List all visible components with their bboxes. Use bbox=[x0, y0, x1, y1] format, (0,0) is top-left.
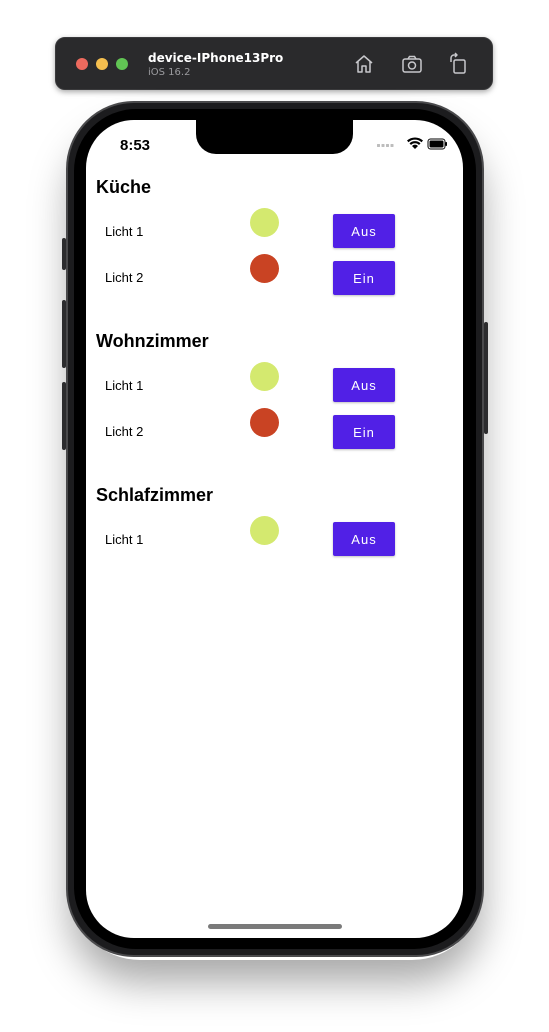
room-title-kueche: Küche bbox=[96, 177, 152, 197]
light-label: Licht 1 bbox=[105, 532, 144, 547]
room-title-wohnzimmer: Wohnzimmer bbox=[96, 331, 209, 351]
wifi-icon bbox=[407, 137, 423, 149]
light-status-indicator bbox=[250, 208, 279, 237]
light-label: Licht 2 bbox=[105, 424, 144, 439]
light-label: Licht 1 bbox=[105, 378, 144, 393]
zoom-window-button[interactable] bbox=[116, 58, 128, 70]
phone-screen: 8:53 Küche Licht 1 Aus Licht 2 Ein Wohnz… bbox=[86, 120, 463, 938]
rotate-icon[interactable] bbox=[446, 52, 470, 76]
light-status-indicator bbox=[250, 408, 279, 437]
toggle-light-button[interactable]: Aus bbox=[333, 368, 395, 402]
toggle-light-button[interactable]: Aus bbox=[333, 522, 395, 556]
signal-icon bbox=[377, 144, 394, 147]
light-label: Licht 2 bbox=[105, 270, 144, 285]
toggle-light-button[interactable]: Ein bbox=[333, 415, 395, 449]
room-title-schlafzimmer: Schlafzimmer bbox=[96, 485, 214, 505]
screenshot-icon[interactable] bbox=[400, 52, 424, 76]
minimize-window-button[interactable] bbox=[96, 58, 108, 70]
status-time: 8:53 bbox=[120, 137, 151, 154]
battery-icon bbox=[427, 138, 447, 150]
notch bbox=[196, 120, 353, 154]
light-status-indicator bbox=[250, 362, 279, 391]
light-status-indicator bbox=[250, 516, 279, 545]
device-name: device-IPhone13Pro bbox=[148, 51, 284, 65]
toggle-light-button[interactable]: Aus bbox=[333, 214, 395, 248]
light-status-indicator bbox=[250, 254, 279, 283]
light-label: Licht 1 bbox=[105, 224, 144, 239]
power-button bbox=[484, 322, 488, 434]
home-indicator[interactable] bbox=[208, 924, 342, 929]
home-icon[interactable] bbox=[352, 52, 376, 76]
os-version: iOS 16.2 bbox=[148, 67, 191, 78]
toggle-light-button[interactable]: Ein bbox=[333, 261, 395, 295]
simulator-title-bar: device-IPhone13Pro iOS 16.2 bbox=[55, 37, 493, 90]
status-icons bbox=[377, 137, 447, 151]
close-window-button[interactable] bbox=[76, 58, 88, 70]
